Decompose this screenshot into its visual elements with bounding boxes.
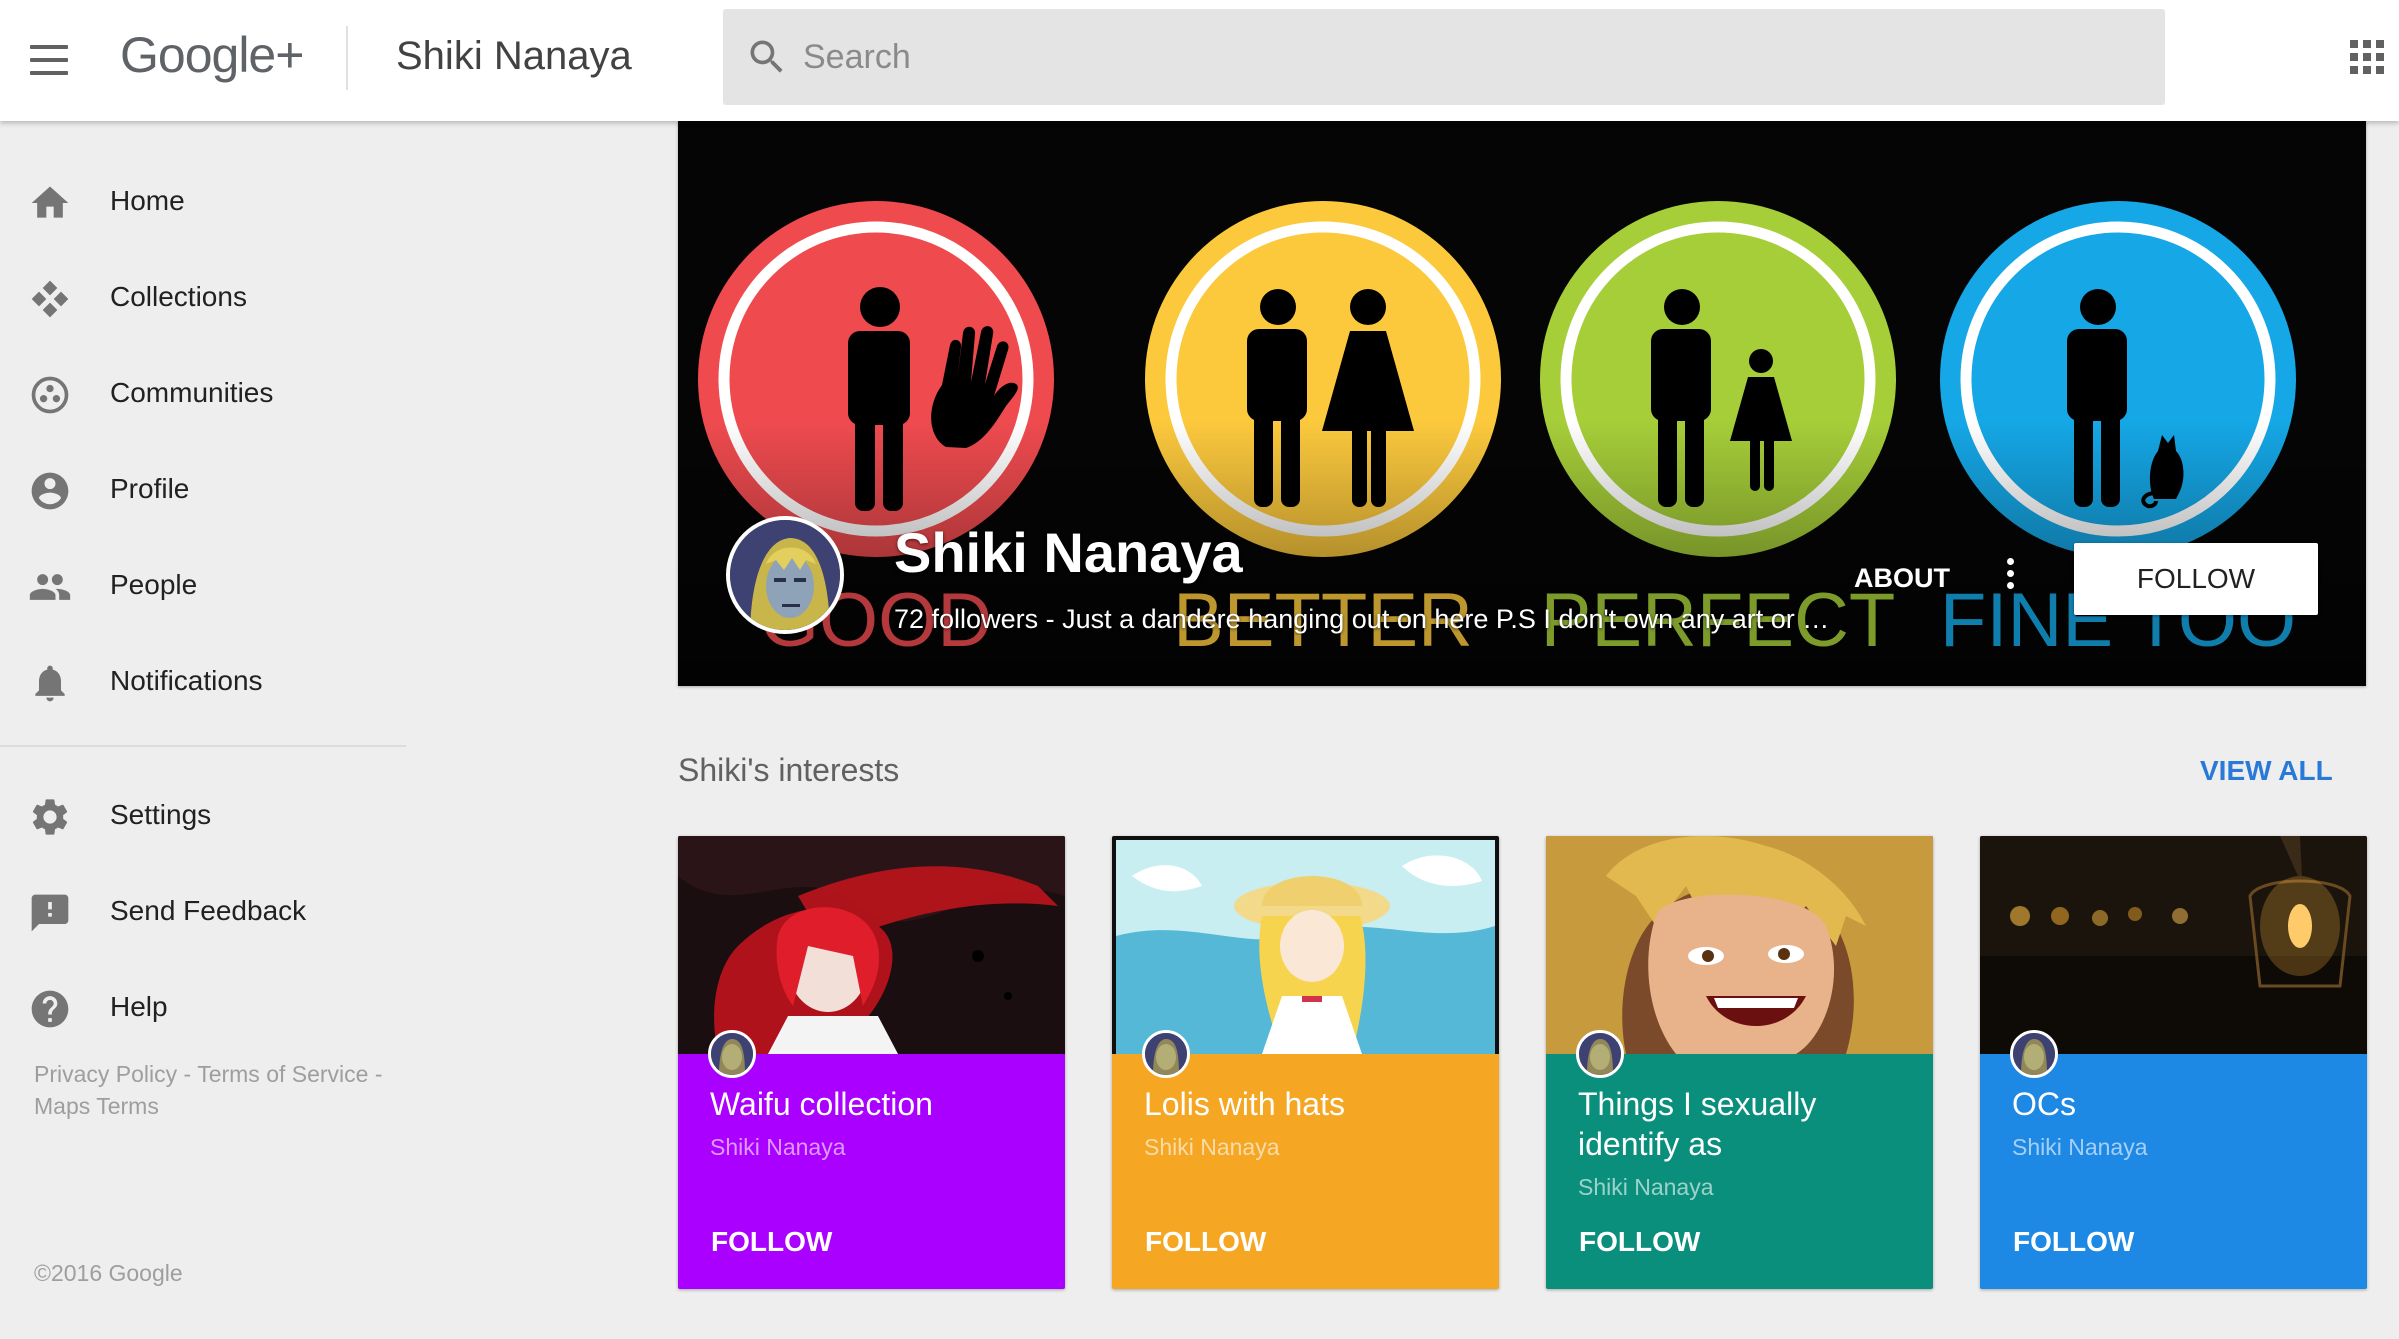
about-link[interactable]: ABOUT [1854,563,1950,594]
view-all-link[interactable]: VIEW ALL [2200,755,2333,787]
collection-title: Lolis with hats [1144,1086,1345,1122]
collection-follow-button[interactable]: FOLLOW [1579,1226,1700,1258]
collection-follow-button[interactable]: FOLLOW [2013,1226,2134,1258]
sidebar-item-label: Help [110,991,168,1022]
help-icon [31,990,69,1028]
sidebar: Home Collections Communities Profile Peo… [0,121,408,1339]
top-divider [346,26,348,90]
footer-links: Privacy Policy - Terms of Service - Maps… [34,1058,414,1122]
sidebar-item-notifications[interactable]: Notifications [0,643,408,723]
sidebar-item-profile[interactable]: Profile [0,451,408,531]
owner-avatar [1576,1030,1624,1078]
top-bar: Google+ Shiki Nanaya [0,0,2399,121]
communities-icon [31,376,69,414]
sidebar-item-help[interactable]: Help [0,969,408,1049]
collection-card-waifu[interactable]: Waifu collection Shiki Nanaya FOLLOW [678,836,1065,1289]
sidebar-item-settings[interactable]: Settings [0,777,408,857]
sidebar-item-label: People [110,569,198,600]
sidebar-item-communities[interactable]: Communities [0,355,408,435]
sidebar-item-label: Home [110,185,185,216]
page-title: Shiki Nanaya [396,34,632,78]
privacy-policy-link[interactable]: Privacy Policy [34,1061,177,1087]
footer-separator: - [368,1061,383,1087]
sidebar-item-label: Collections [110,281,247,312]
footer-separator: - [177,1061,198,1087]
copyright: ©2016 Google [34,1260,183,1286]
collection-card-things-i-sexually-identify-as[interactable]: Things I sexually identify as Shiki Nana… [1546,836,1933,1289]
sidebar-item-label: Send Feedback [110,895,307,926]
search-input[interactable] [803,9,2103,105]
profile-icon [31,472,69,510]
sidebar-item-label: Profile [110,473,190,504]
collections-icon [31,280,69,318]
hamburger-menu-icon[interactable] [30,45,68,75]
feedback-icon [31,894,69,932]
collection-follow-button[interactable]: FOLLOW [711,1226,832,1258]
sidebar-item-collections[interactable]: Collections [0,259,408,339]
search-icon [750,40,783,73]
apps-grid-icon[interactable] [2350,40,2384,74]
owner-avatar [708,1030,756,1078]
collection-owner: Shiki Nanaya [2012,1134,2148,1160]
interests-title: Shiki's interests [678,752,900,788]
collection-title: Waifu collection [710,1086,933,1122]
sidebar-item-label: Communities [110,377,274,408]
sidebar-item-label: Settings [110,799,212,830]
owner-avatar [2010,1030,2058,1078]
collection-card-lolis-with-hats[interactable]: Lolis with hats Shiki Nanaya FOLLOW [1112,836,1499,1289]
collection-thumbnail [1980,836,2367,1054]
google-plus-logo[interactable]: Google+ [120,26,304,84]
collection-title: OCs [2012,1086,2076,1122]
collection-card-ocs[interactable]: OCs Shiki Nanaya FOLLOW [1980,836,2367,1289]
profile-name: Shiki Nanaya [894,521,1243,584]
collection-thumbnail [678,836,1065,1054]
collection-owner: Shiki Nanaya [1578,1174,1714,1200]
terms-of-service-link[interactable]: Terms of Service [197,1061,368,1087]
maps-terms-link[interactable]: Maps Terms [34,1093,159,1119]
collection-follow-button[interactable]: FOLLOW [1145,1226,1266,1258]
collection-thumbnail [1112,836,1499,1054]
collection-owner: Shiki Nanaya [1144,1134,1280,1160]
bell-icon [35,665,65,702]
owner-avatar [1142,1030,1190,1078]
collection-title: Things I sexually identify as [1578,1086,1817,1162]
collection-owner: Shiki Nanaya [710,1134,846,1160]
profile-subtitle: 72 followers - Just a dandere hanging ou… [894,604,1844,634]
sidebar-divider [0,745,406,747]
more-vert-icon[interactable] [2004,558,2018,598]
people-icon [29,574,71,600]
collection-thumbnail [1546,836,1933,1054]
profile-avatar[interactable] [726,516,844,634]
gear-icon [32,799,68,835]
profile-follow-button[interactable]: FOLLOW [2074,543,2318,615]
sidebar-item-label: Notifications [110,665,263,696]
sidebar-item-home[interactable]: Home [0,163,408,243]
sidebar-item-people[interactable]: People [0,547,408,627]
sidebar-item-send-feedback[interactable]: Send Feedback [0,873,408,953]
search-box[interactable] [723,9,2165,105]
home-icon [31,186,69,218]
